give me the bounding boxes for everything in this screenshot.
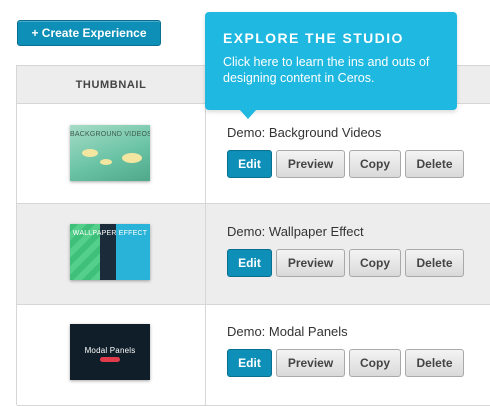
table-row: BACKGROUND VIDEOS Demo: Background Video… bbox=[17, 104, 490, 204]
experience-name[interactable]: Demo: Modal Panels bbox=[227, 324, 348, 339]
edit-button[interactable]: Edit bbox=[227, 150, 272, 178]
table-row: WALLPAPER EFFECT Demo: Wallpaper Effect … bbox=[17, 204, 490, 305]
create-experience-button[interactable]: + Create Experience bbox=[17, 20, 161, 46]
preview-button[interactable]: Preview bbox=[276, 349, 345, 377]
thumbnail-image[interactable]: WALLPAPER EFFECT bbox=[70, 224, 150, 280]
edit-button[interactable]: Edit bbox=[227, 349, 272, 377]
thumbnail-button-shape bbox=[100, 357, 120, 362]
cloud-shape bbox=[100, 159, 112, 165]
thumbnail-title: BACKGROUND VIDEOS bbox=[70, 131, 150, 138]
tooltip-title: EXPLORE THE STUDIO bbox=[223, 30, 404, 46]
thumbnail-image[interactable]: BACKGROUND VIDEOS bbox=[70, 125, 150, 181]
copy-button[interactable]: Copy bbox=[349, 150, 401, 178]
row-actions: Edit Preview Copy Delete bbox=[227, 249, 464, 277]
thumbnail-image[interactable]: Modal Panels bbox=[70, 324, 150, 380]
experience-name[interactable]: Demo: Background Videos bbox=[227, 125, 381, 140]
preview-button[interactable]: Preview bbox=[276, 150, 345, 178]
thumbnail-title: WALLPAPER EFFECT bbox=[72, 230, 148, 237]
cloud-shape bbox=[82, 149, 98, 157]
preview-button[interactable]: Preview bbox=[276, 249, 345, 277]
row-actions: Edit Preview Copy Delete bbox=[227, 349, 464, 377]
thumbnail-title: Modal Panels bbox=[84, 346, 136, 355]
thumbnail-cell: BACKGROUND VIDEOS bbox=[17, 104, 206, 203]
edit-button[interactable]: Edit bbox=[227, 249, 272, 277]
delete-button[interactable]: Delete bbox=[405, 150, 464, 178]
thumbnail-cell: Modal Panels bbox=[17, 305, 206, 405]
column-header-thumbnail: THUMBNAIL bbox=[17, 66, 206, 103]
tooltip-body: Click here to learn the ins and outs of … bbox=[223, 55, 430, 85]
tooltip-arrow bbox=[239, 109, 257, 119]
explore-studio-tooltip[interactable]: EXPLORE THE STUDIO Click here to learn t… bbox=[205, 12, 457, 119]
delete-button[interactable]: Delete bbox=[405, 249, 464, 277]
cloud-shape bbox=[122, 153, 142, 163]
copy-button[interactable]: Copy bbox=[349, 349, 401, 377]
experience-name[interactable]: Demo: Wallpaper Effect bbox=[227, 224, 364, 239]
row-actions: Edit Preview Copy Delete bbox=[227, 150, 464, 178]
table-row: Modal Panels Demo: Modal Panels Edit Pre… bbox=[17, 305, 490, 406]
copy-button[interactable]: Copy bbox=[349, 249, 401, 277]
thumbnail-cell: WALLPAPER EFFECT bbox=[17, 204, 206, 304]
delete-button[interactable]: Delete bbox=[405, 349, 464, 377]
